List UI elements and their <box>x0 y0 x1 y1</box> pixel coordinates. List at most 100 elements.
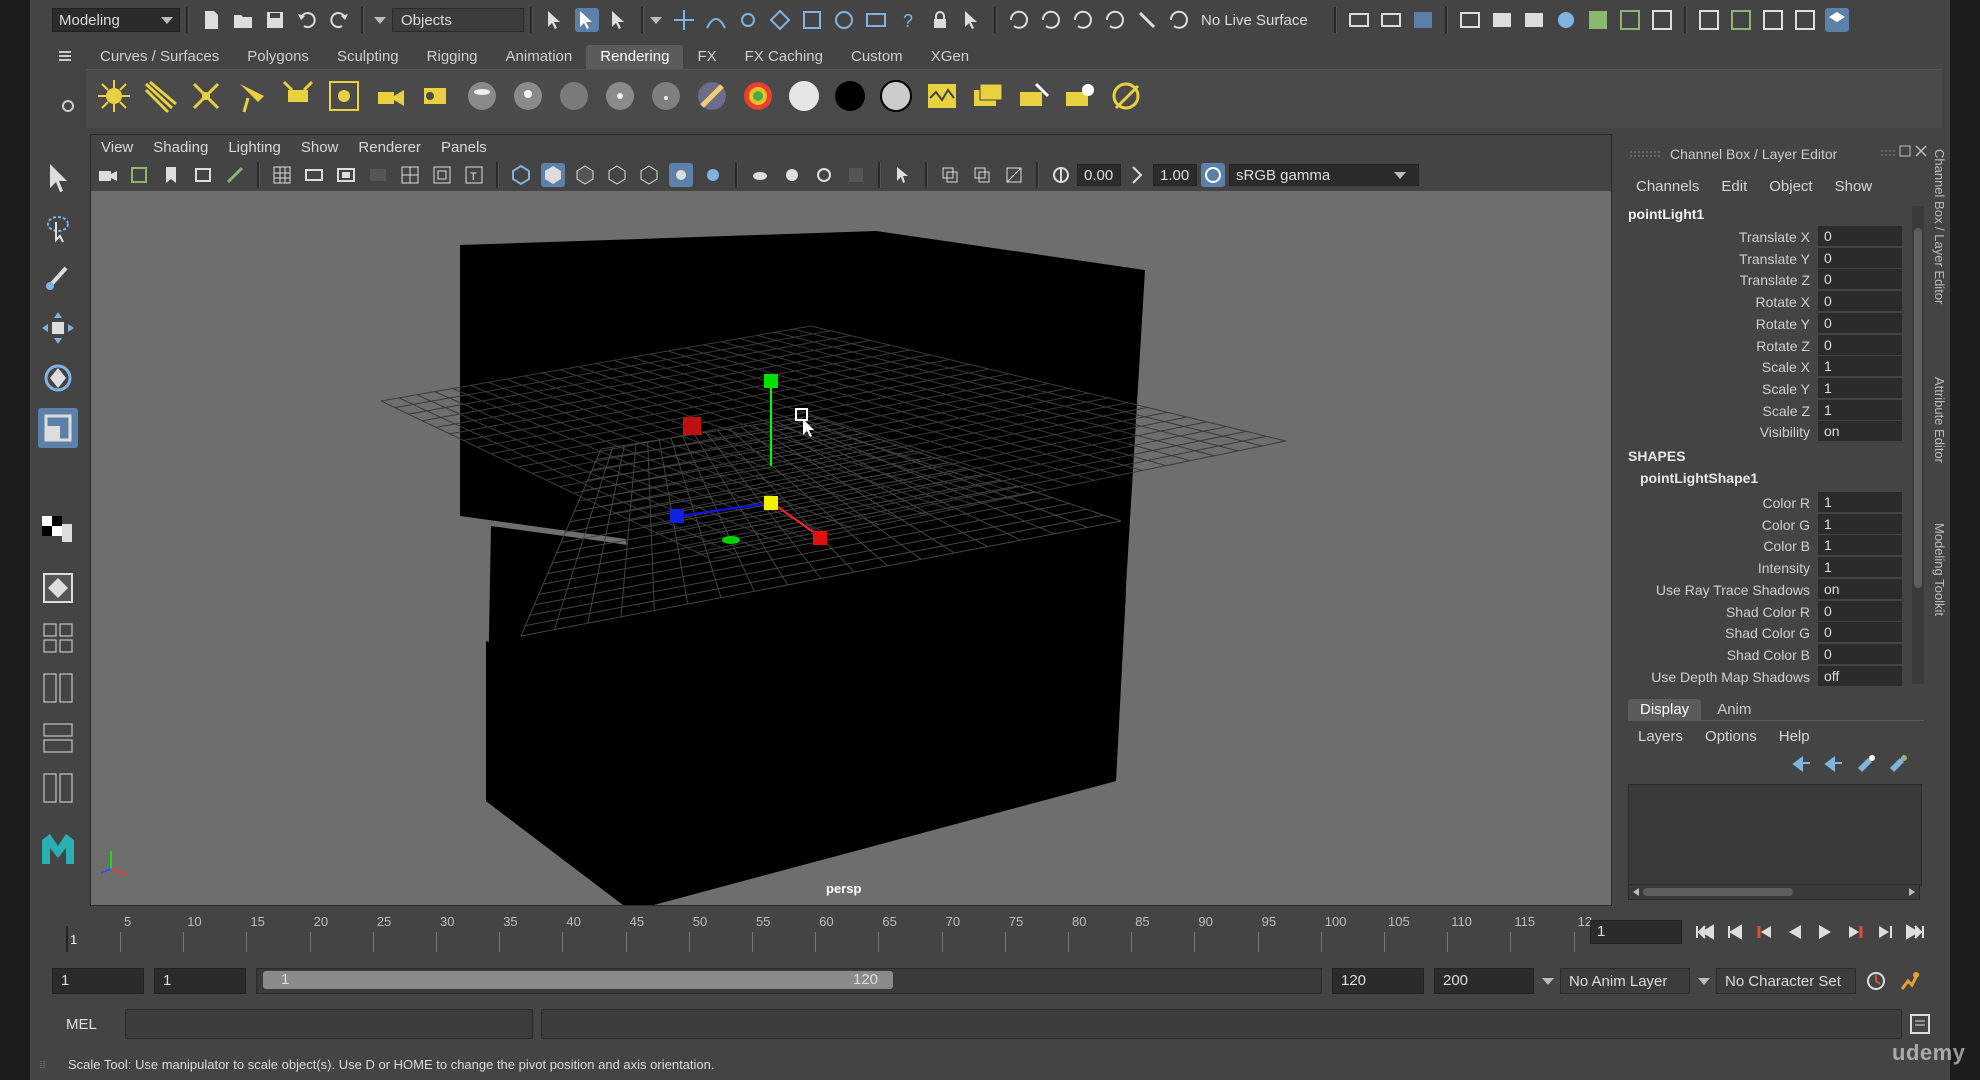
move-layer-down-icon[interactable] <box>1822 752 1844 774</box>
soft-select-icon[interactable] <box>1103 8 1127 32</box>
backface-icon[interactable] <box>1002 163 1026 187</box>
black-shader-icon[interactable] <box>832 78 868 114</box>
tab-fx[interactable]: FX <box>683 45 730 69</box>
show-menu[interactable]: Show <box>1835 178 1873 195</box>
rotate-tool-icon[interactable] <box>38 358 78 398</box>
tab-rendering[interactable]: Rendering <box>586 45 684 69</box>
ambient-light-icon[interactable] <box>96 78 132 114</box>
gamma-field[interactable]: 1.00 <box>1153 164 1197 186</box>
outliner-layout-icon[interactable] <box>38 668 78 708</box>
current-time-marker[interactable] <box>66 926 68 952</box>
attribute-value[interactable]: 1 <box>1818 399 1902 420</box>
chevron-left-icon[interactable] <box>1631 887 1641 897</box>
attribute-value[interactable]: 0 <box>1818 291 1902 312</box>
attribute-value[interactable]: 0 <box>1818 269 1902 290</box>
field-chart-icon[interactable] <box>398 163 422 187</box>
script-editor-icon[interactable] <box>1908 1012 1932 1036</box>
render-frame-shelf-icon[interactable] <box>970 78 1006 114</box>
graph-layout-icon[interactable] <box>38 718 78 758</box>
scene-view[interactable] <box>91 191 1611 905</box>
gate-mask-icon[interactable] <box>366 163 390 187</box>
go-to-start-icon[interactable] <box>1691 920 1719 944</box>
attribute-value[interactable]: 1 <box>1818 557 1902 578</box>
attribute-row[interactable]: Color G 1 <box>1620 513 1910 535</box>
tab-animation[interactable]: Animation <box>492 45 587 69</box>
attribute-row[interactable]: Visibility on <box>1620 421 1910 442</box>
construction-icon[interactable] <box>1039 8 1063 32</box>
attribute-value[interactable]: 1 <box>1818 377 1902 398</box>
move-layer-up-icon[interactable] <box>1790 752 1812 774</box>
renderer-menu[interactable]: Renderer <box>348 139 431 156</box>
tab-display[interactable]: Display <box>1628 699 1702 720</box>
grease-pencil-icon[interactable] <box>223 163 247 187</box>
float-panel-icon[interactable] <box>1898 144 1912 158</box>
tab-anim[interactable]: Anim <box>1705 699 1763 720</box>
snap-surface-icon[interactable] <box>800 8 824 32</box>
use-all-lights-icon[interactable] <box>669 163 693 187</box>
wireframe-icon[interactable] <box>509 163 533 187</box>
new-scene-icon[interactable] <box>199 8 223 32</box>
xray-active-icon[interactable] <box>970 163 994 187</box>
attribute-row[interactable]: Intensity 1 <box>1620 557 1910 578</box>
tab-sculpting[interactable]: Sculpting <box>323 45 413 69</box>
scale-tool-icon[interactable] <box>38 408 78 448</box>
color-management-icon[interactable] <box>1201 163 1225 187</box>
scene-start-field[interactable]: 1 <box>52 968 144 994</box>
view-menu[interactable]: View <box>91 139 143 156</box>
render-view-icon[interactable] <box>1458 8 1482 32</box>
attribute-row[interactable]: Translate Z 0 <box>1620 269 1910 290</box>
help-icon[interactable]: ? <box>896 8 920 32</box>
attribute-row[interactable]: Rotate X 0 <box>1620 291 1910 312</box>
attribute-row[interactable]: Rotate Y 0 <box>1620 312 1910 334</box>
tab-xgen[interactable]: XGen <box>917 45 983 69</box>
select-hierarchy-icon[interactable] <box>543 8 567 32</box>
anti-aliasing-icon[interactable] <box>812 163 836 187</box>
edit-menu[interactable]: Edit <box>1721 178 1747 195</box>
step-back-key-icon[interactable] <box>1721 920 1749 944</box>
modeling-toolkit-icon[interactable] <box>1824 8 1849 32</box>
channels-menu[interactable]: Channels <box>1636 178 1699 195</box>
attribute-row[interactable]: Scale Y 1 <box>1620 377 1910 399</box>
exposure-icon[interactable] <box>1049 163 1073 187</box>
volume-light-icon[interactable] <box>326 78 362 114</box>
render-settings-shelf-icon[interactable] <box>1062 78 1098 114</box>
attribute-row[interactable]: Use Ray Trace Shadows on <box>1620 578 1910 600</box>
new-layer-selected-icon[interactable] <box>1886 752 1908 774</box>
grid-toggle-icon[interactable] <box>270 163 294 187</box>
live-surface-label[interactable]: No Live Surface <box>1201 12 1308 29</box>
snap-point-icon[interactable] <box>736 8 760 32</box>
range-handle[interactable] <box>263 971 893 989</box>
snap-grid-icon[interactable] <box>672 8 696 32</box>
hypershade-icon[interactable] <box>1586 8 1610 32</box>
area-light-icon[interactable] <box>280 78 316 114</box>
hypershade-shelf-icon[interactable] <box>1108 78 1144 114</box>
attribute-row[interactable]: Scale X 1 <box>1620 356 1910 377</box>
character-set-dropdown[interactable]: No Character Set <box>1716 968 1856 994</box>
new-empty-layer-icon[interactable] <box>1854 752 1876 774</box>
snap-view-icon[interactable] <box>768 8 792 32</box>
playback-end-field[interactable]: 120 <box>1332 968 1424 994</box>
attribute-value[interactable]: 1 <box>1818 356 1902 377</box>
point-light-icon[interactable] <box>188 78 224 114</box>
surface-shader-icon[interactable] <box>786 78 822 114</box>
scrollbar-thumb[interactable] <box>1914 228 1922 588</box>
show-menu[interactable]: Show <box>291 139 349 156</box>
tab-fx-caching[interactable]: FX Caching <box>731 45 837 69</box>
layer-hscrollbar[interactable] <box>1628 884 1920 900</box>
attribute-value[interactable]: 1 <box>1818 492 1902 512</box>
snap-curve-icon[interactable] <box>704 8 728 32</box>
lighting-menu[interactable]: Lighting <box>218 139 291 156</box>
output-ops-icon[interactable] <box>1379 8 1403 32</box>
shape-name[interactable]: pointLightShape1 <box>1640 470 1758 486</box>
panel-grip-right-icon[interactable] <box>1880 148 1896 162</box>
exposure-field[interactable]: 0.00 <box>1077 164 1121 186</box>
attribute-row[interactable]: Use Depth Map Shadows off <box>1620 665 1910 687</box>
camera-aim-icon[interactable] <box>418 78 454 114</box>
selection-mode-field[interactable]: Objects <box>392 8 524 32</box>
spot-light-icon[interactable] <box>234 78 270 114</box>
film-gate-icon[interactable] <box>302 163 326 187</box>
scene-end-field[interactable]: 200 <box>1434 968 1534 994</box>
history-icon[interactable] <box>1007 8 1031 32</box>
object-name[interactable]: pointLight1 <box>1628 206 1704 222</box>
attribute-value[interactable]: 1 <box>1818 513 1902 534</box>
